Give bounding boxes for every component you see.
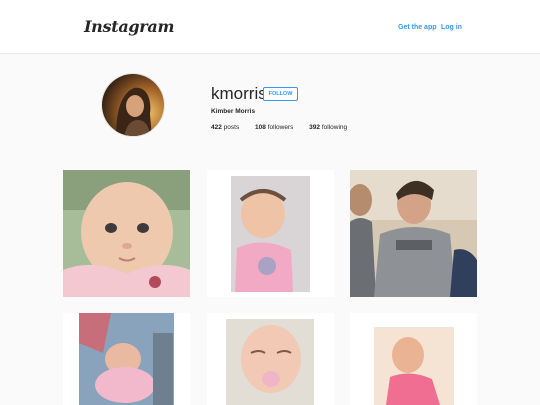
following-label: following xyxy=(321,124,348,131)
followers-count: 108 xyxy=(255,124,266,131)
profile-username: kmorris xyxy=(211,84,267,103)
follow-button[interactable]: FOLLOW xyxy=(263,87,298,101)
log-in-link[interactable]: Log in xyxy=(441,24,462,31)
get-the-app-link[interactable]: Get the app xyxy=(398,24,437,31)
post-thumbnail[interactable] xyxy=(350,313,477,405)
followers-stat[interactable]: 108 followers xyxy=(255,124,293,131)
posts-count: 422 xyxy=(211,124,222,131)
posts-label: posts xyxy=(223,124,240,131)
top-navigation-bar: Instagram Get the app Log in xyxy=(0,0,540,54)
post-thumbnail[interactable] xyxy=(207,313,334,405)
post-thumbnail[interactable] xyxy=(350,170,477,297)
post-thumbnail[interactable] xyxy=(63,170,190,297)
following-stat[interactable]: 392 following xyxy=(309,124,347,131)
profile-full-name: Kimber Morris xyxy=(211,108,256,115)
following-count: 392 xyxy=(309,124,321,131)
profile-stats: 422 posts 108 followers 392 following xyxy=(211,124,361,131)
profile-avatar[interactable] xyxy=(101,73,165,137)
followers-label: followers xyxy=(267,124,294,131)
post-thumbnail[interactable] xyxy=(207,170,334,297)
instagram-logo[interactable]: Instagram xyxy=(84,17,174,36)
posts-stat[interactable]: 422 posts xyxy=(211,124,239,131)
post-thumbnail[interactable] xyxy=(63,313,190,405)
